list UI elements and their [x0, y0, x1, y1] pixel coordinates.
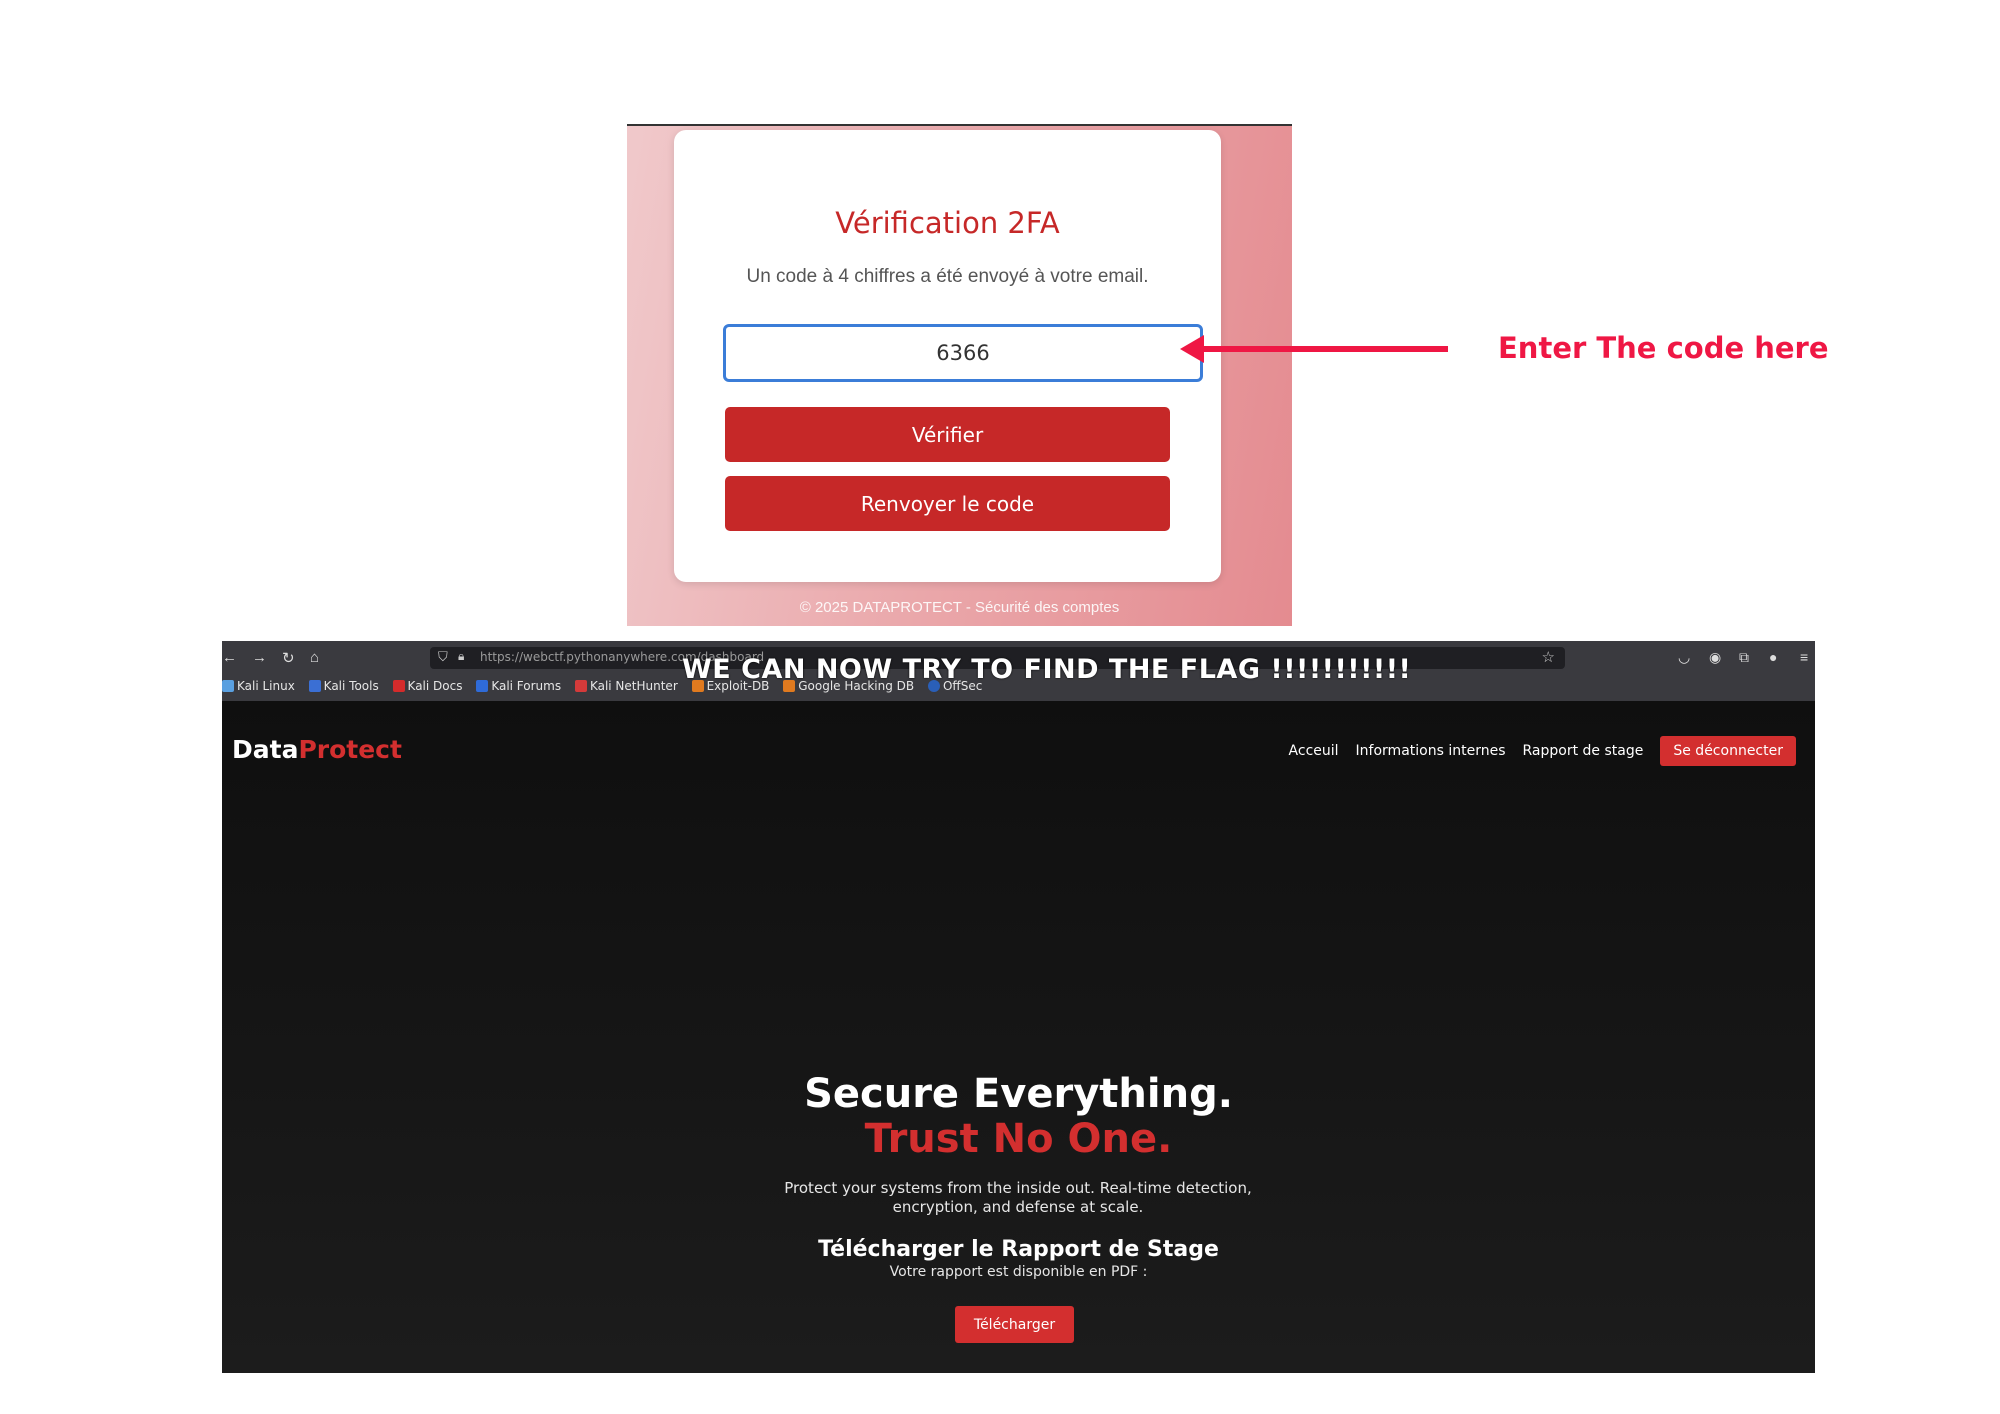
account-icon[interactable]: ◉: [1709, 649, 1721, 666]
code-input[interactable]: [723, 324, 1203, 382]
report-title: Télécharger le Rapport de Stage: [818, 1237, 1219, 1262]
shield-icon[interactable]: ⛉: [438, 649, 448, 665]
dataprotect-page: DataProtect Acceuil Informations interne…: [222, 701, 1815, 1373]
forward-icon[interactable]: →: [252, 649, 267, 666]
bookmark-kali-forums[interactable]: Kali Forums: [476, 679, 561, 693]
hero-subtitle: Trust No One.: [864, 1116, 1173, 1162]
menu-icon[interactable]: ≡: [1800, 649, 1808, 665]
twofa-screenshot: Vérification 2FA Un code à 4 chiffres a …: [627, 124, 1292, 626]
nethunter-icon: [574, 680, 587, 692]
extensions-icon[interactable]: ⧉: [1739, 649, 1749, 666]
hero-title: Secure Everything.: [804, 1071, 1233, 1117]
nav-informations-internes[interactable]: Informations internes: [1356, 743, 1506, 759]
kali-tools-icon: [308, 680, 321, 692]
back-icon[interactable]: ←: [222, 649, 237, 666]
twofa-title: Vérification 2FA: [835, 206, 1060, 240]
browser-window: ← → ↻ ⌂ ⛉ 🔒︎ https://webctf.pythonanywhe…: [222, 641, 1815, 1373]
star-icon[interactable]: ☆: [1542, 648, 1555, 666]
reload-icon[interactable]: ↻: [282, 649, 295, 667]
overlay-caption: WE CAN NOW TRY TO FIND THE FLAG !!!!!!!!…: [682, 654, 1412, 685]
annotation-text: Enter The code here: [1498, 331, 1829, 365]
download-button[interactable]: Télécharger: [955, 1306, 1074, 1343]
verify-button[interactable]: Vérifier: [725, 407, 1170, 462]
home-icon[interactable]: ⌂: [310, 649, 319, 666]
kali-docs-icon: [392, 680, 405, 692]
logout-button[interactable]: Se déconnecter: [1660, 736, 1796, 766]
lock-icon[interactable]: 🔒︎: [458, 649, 464, 664]
twofa-subtitle: Un code à 4 chiffres a été envoyé à votr…: [746, 266, 1149, 287]
kali-icon: [222, 680, 234, 692]
bookmark-kali-tools[interactable]: Kali Tools: [308, 679, 379, 693]
pocket-icon[interactable]: ◡: [1678, 649, 1690, 666]
browser-toolbar: ← → ↻ ⌂ ⛉ 🔒︎ https://webctf.pythonanywhe…: [222, 641, 1815, 701]
profile-icon[interactable]: ●: [1769, 649, 1777, 665]
annotation-arrow-icon: [1180, 335, 1448, 363]
bookmark-kali-nethunter[interactable]: Kali NetHunter: [574, 679, 678, 693]
kali-forums-icon: [476, 680, 489, 692]
hero-description: Protect your systems from the inside out…: [784, 1179, 1252, 1216]
nav-acceuil[interactable]: Acceuil: [1289, 743, 1339, 759]
twofa-card: Vérification 2FA Un code à 4 chiffres a …: [674, 130, 1221, 582]
nav-rapport-de-stage[interactable]: Rapport de stage: [1523, 743, 1644, 759]
brand-logo[interactable]: DataProtect: [232, 735, 402, 764]
bookmark-kali-docs[interactable]: Kali Docs: [392, 679, 462, 693]
resend-code-button[interactable]: Renvoyer le code: [725, 476, 1170, 531]
top-nav: Acceuil Informations internes Rapport de…: [1289, 736, 1796, 766]
bookmark-kali-linux[interactable]: Kali Linux: [222, 679, 295, 693]
report-subtitle: Votre rapport est disponible en PDF :: [889, 1264, 1148, 1280]
twofa-footer: © 2025 DATAPROTECT - Sécurité des compte…: [799, 599, 1120, 616]
